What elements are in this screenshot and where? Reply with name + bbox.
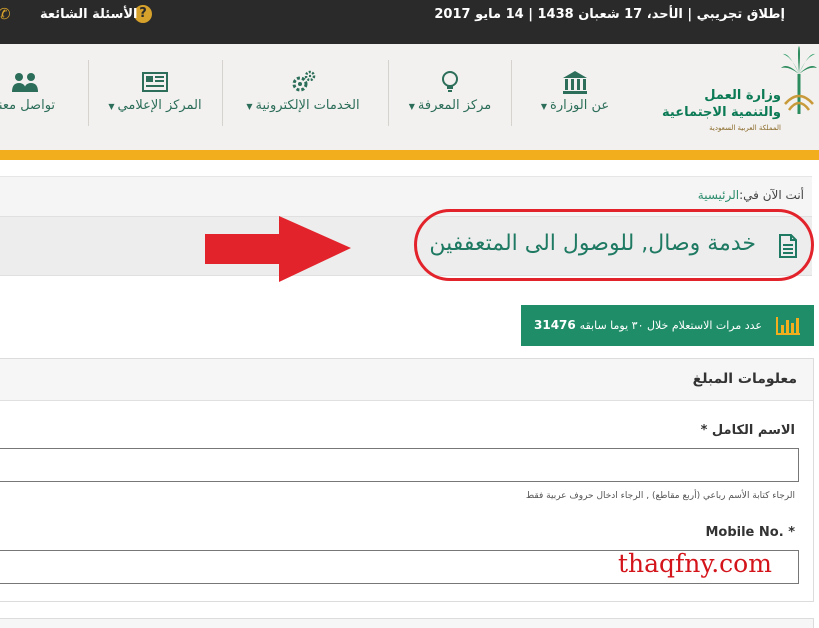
gears-icon [292, 70, 316, 92]
full-name-help-text: الرجاء كتابة الأسم رباعي (أربع مقاطع) , … [525, 491, 795, 501]
top-bar: إطلاق تجريبي | الأحد، 17 شعبان 1438 | 14… [0, 0, 819, 44]
full-name-input[interactable] [0, 448, 799, 482]
site-watermark: thaqfny.com [618, 549, 772, 578]
red-arrow-annotation [205, 216, 351, 282]
users-icon [12, 73, 38, 92]
nav-label-contact-us: تواصل معنا [0, 98, 56, 113]
mobile-label: Mobile No. * [705, 525, 795, 540]
required-mark: * [788, 525, 795, 540]
breadcrumb-prefix: أنت الآن في: [739, 188, 804, 202]
lightbulb-icon [442, 71, 458, 92]
phone-icon[interactable]: ✆ [0, 6, 12, 22]
header-gold-stripe [0, 150, 819, 160]
logo-line-2: والتنمية الاجتماعية [662, 105, 781, 120]
nav-item-contact-us[interactable]: تواصل معنا [0, 60, 80, 130]
required-mark: * [700, 423, 708, 438]
palm-logo-icon [781, 46, 817, 114]
nav-divider [511, 60, 512, 126]
inquiry-counter: عدد مرات الاستعلام خلال ٣٠ يوما سابقه 31… [521, 305, 814, 346]
nav-divider [88, 60, 89, 126]
panel-header: معلومات المبلغ [0, 359, 813, 401]
red-highlight-oval [414, 209, 814, 281]
next-panel-edge [0, 618, 814, 628]
chevron-down-icon: ▼ [246, 102, 253, 111]
logo-line-3: المملكة العربية السعودية [709, 124, 781, 132]
nav-divider [222, 60, 223, 126]
bar-chart-icon [776, 317, 800, 335]
launch-date-text: إطلاق تجريبي | الأحد، 17 شعبان 1438 | 14… [434, 7, 785, 22]
full-name-label: الاسم الكامل * [700, 423, 795, 438]
chevron-down-icon: ▼ [540, 102, 548, 111]
faq-link[interactable]: الأسئلة الشائعة [40, 7, 138, 22]
nav-item-media-center[interactable]: المركز الإعلامي▼ [100, 60, 210, 130]
counter-label: عدد مرات الاستعلام خلال ٣٠ يوما سابقه [579, 319, 762, 332]
newspaper-icon [142, 72, 168, 92]
ministry-logo[interactable]: وزارة العمل والتنمية الاجتماعية المملكة … [662, 44, 819, 150]
nav-label-e-services: الخدمات الإلكترونية [255, 98, 360, 113]
nav-divider [388, 60, 389, 126]
chevron-down-icon: ▼ [408, 102, 415, 111]
nav-item-e-services[interactable]: الخدمات الإلكترونية▼ [228, 60, 378, 130]
chevron-down-icon: ▼ [108, 102, 115, 111]
ministry-building-icon [563, 71, 587, 94]
breadcrumb-home-link[interactable]: الرئيسية [698, 188, 739, 202]
section-title: معلومات المبلغ [692, 371, 797, 387]
nav-label-knowledge-center: مركز المعرفة [417, 98, 492, 113]
logo-line-1: وزارة العمل [704, 88, 781, 103]
nav-item-about-ministry[interactable]: عن الوزارة▼ [520, 60, 630, 130]
nav-label-about-ministry: عن الوزارة [550, 98, 610, 113]
nav-label-media-center: المركز الإعلامي [117, 98, 202, 113]
counter-value: 31476 [534, 318, 576, 332]
nav-item-knowledge-center[interactable]: مركز المعرفة▼ [395, 60, 505, 130]
